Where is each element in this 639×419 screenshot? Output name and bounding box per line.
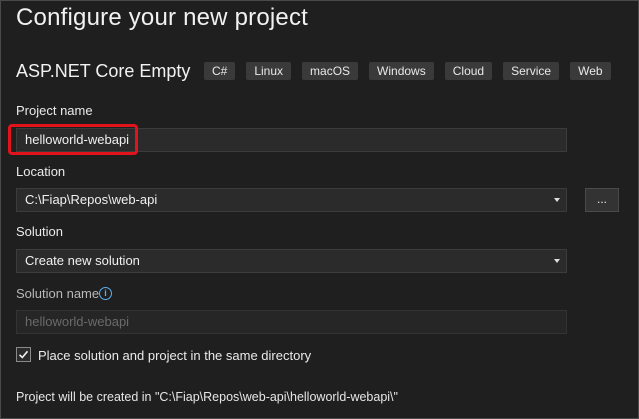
template-name: ASP.NET Core Empty — [16, 61, 191, 81]
highlight-box — [8, 124, 138, 155]
tag-linux: Linux — [246, 62, 292, 80]
same-directory-checkbox[interactable] — [16, 347, 31, 362]
solution-name-value: helloworld-webapi — [25, 314, 130, 329]
location-combobox[interactable]: C:\Fiap\Repos\web-api — [16, 188, 567, 212]
tag-macos: macOS — [302, 62, 359, 80]
tag-service: Service — [503, 62, 560, 80]
tag-csharp: C# — [204, 62, 236, 80]
tag-web: Web — [570, 62, 611, 80]
project-path-note: Project will be created in "C:\Fiap\Repo… — [16, 390, 398, 404]
tag-windows: Windows — [369, 62, 434, 80]
info-icon[interactable]: i — [99, 287, 112, 300]
chevron-down-icon[interactable] — [554, 259, 560, 263]
solution-name-input: helloworld-webapi — [16, 310, 567, 334]
project-name-label: Project name — [16, 103, 93, 118]
browse-button[interactable]: ... — [585, 188, 619, 212]
chevron-down-icon[interactable] — [554, 198, 560, 202]
checkmark-icon — [18, 350, 29, 359]
solution-dropdown[interactable]: Create new solution — [16, 249, 567, 273]
tag-cloud: Cloud — [444, 62, 493, 80]
location-value: C:\Fiap\Repos\web-api — [25, 192, 158, 207]
same-directory-label[interactable]: Place solution and project in the same d… — [38, 348, 311, 363]
solution-name-label: Solution name — [16, 286, 100, 301]
template-tags: C# Linux macOS Windows Cloud Service Web — [204, 62, 611, 80]
location-label: Location — [16, 164, 66, 179]
solution-value: Create new solution — [25, 253, 140, 268]
page-title: Configure your new project — [16, 4, 309, 31]
solution-label: Solution — [16, 224, 63, 239]
